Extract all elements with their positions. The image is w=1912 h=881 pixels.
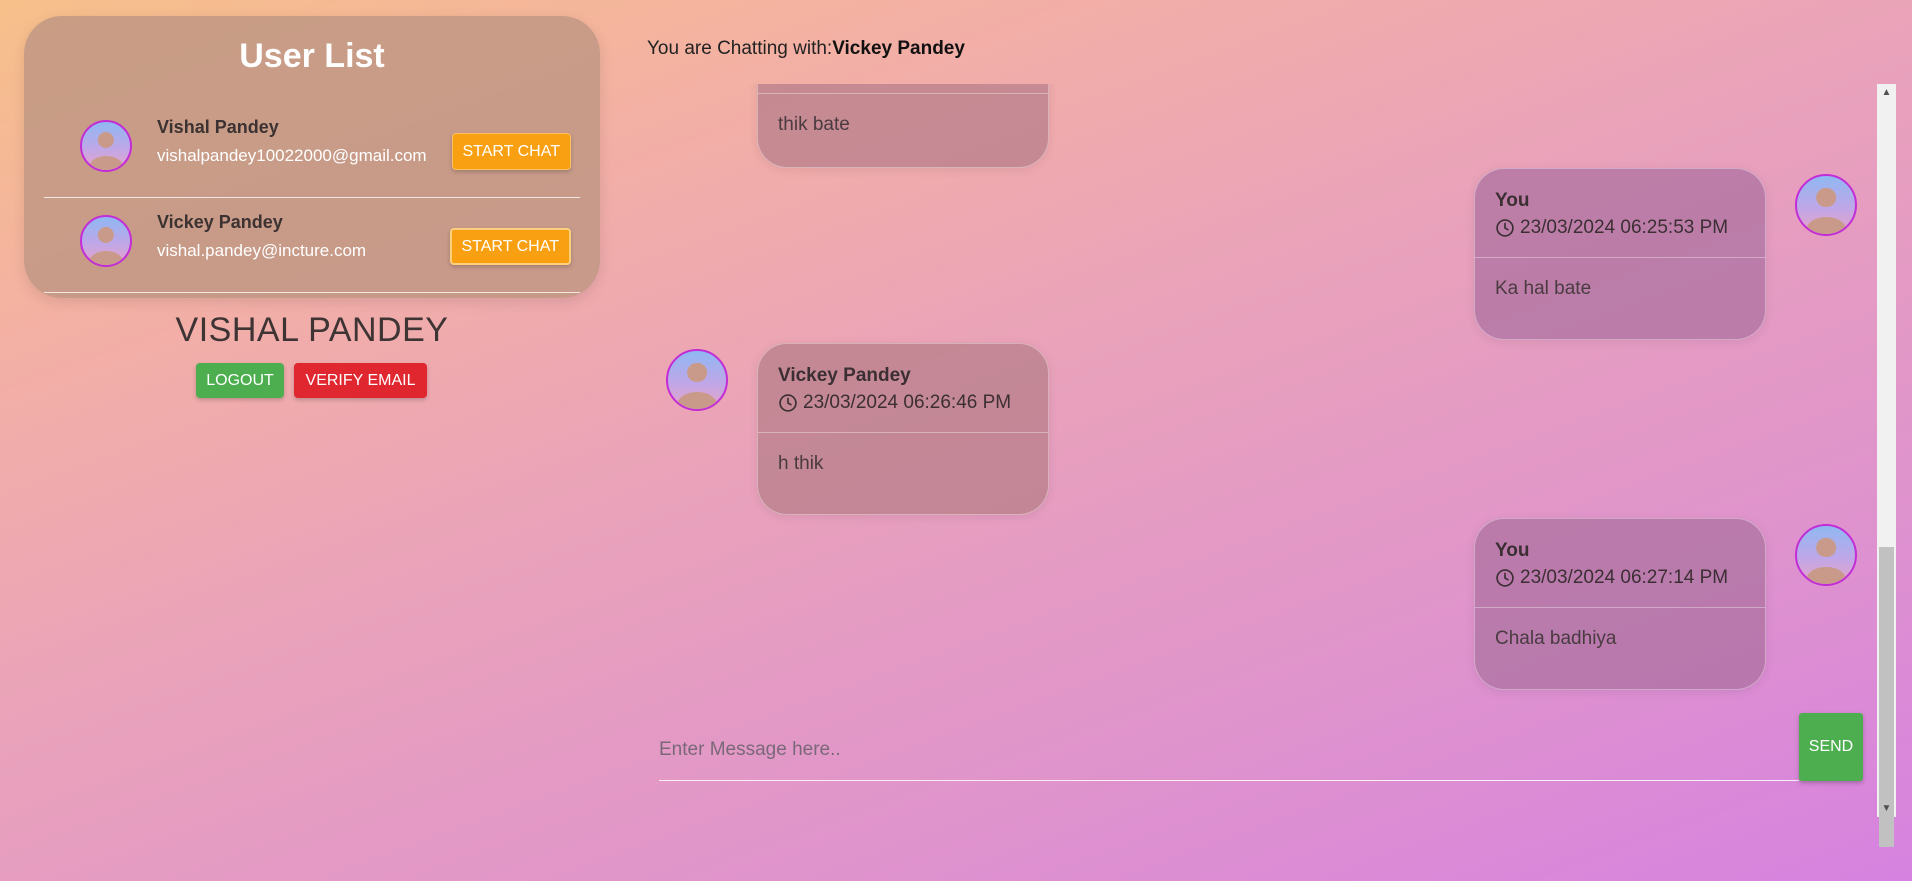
scroll-down-arrow-icon[interactable]: ▼ bbox=[1877, 800, 1896, 817]
chat-header-prefix: You are Chatting with: bbox=[647, 38, 833, 59]
message-time: 23/03/2024 06:27:14 PM bbox=[1495, 563, 1745, 593]
message-timestamp: 23/03/2024 06:26:46 PM bbox=[803, 392, 1012, 413]
message-time: 23/03/2024 06:25:53 PM bbox=[1495, 213, 1745, 243]
message-text: Chala badhiya bbox=[1495, 628, 1617, 649]
message-meta: You 23/03/2024 06:27:14 PM bbox=[1475, 519, 1765, 608]
message-timestamp: 23/03/2024 06:27:14 PM bbox=[1520, 567, 1729, 588]
user-email: vishalpandey10022000@gmail.com bbox=[157, 146, 427, 165]
logout-button[interactable]: LOGOUT bbox=[196, 363, 284, 398]
message-list: thik bate You 23/03/2024 06:25:53 PM Ka … bbox=[647, 84, 1877, 814]
user-name: Vishal Pandey bbox=[157, 117, 279, 137]
message-bubble: You 23/03/2024 06:27:14 PM Chala badhiya bbox=[1474, 518, 1766, 690]
message-meta: Vickey Pandey 23/03/2024 06:26:46 PM bbox=[758, 344, 1048, 433]
user-list-item: Vishal Pandey vishalpandey10022000@gmail… bbox=[44, 103, 580, 198]
clock-icon bbox=[1496, 219, 1514, 237]
start-chat-button[interactable]: START CHAT bbox=[449, 228, 571, 265]
clock-icon bbox=[1496, 569, 1514, 587]
scroll-up-arrow-icon[interactable]: ▲ bbox=[1877, 84, 1896, 101]
user-avatar-icon bbox=[80, 215, 132, 267]
user-avatar-icon bbox=[1795, 174, 1857, 236]
message-bubble: You 23/03/2024 06:25:53 PM Ka hal bate bbox=[1474, 168, 1766, 340]
start-chat-button[interactable]: START CHAT bbox=[451, 133, 571, 170]
message-sender: Vickey Pandey bbox=[778, 365, 911, 386]
send-button[interactable]: SEND bbox=[1799, 713, 1863, 781]
user-list-title: User List bbox=[239, 37, 385, 75]
message-meta bbox=[758, 84, 1048, 94]
chat-scrollbar[interactable]: ▲ ▼ bbox=[1877, 84, 1896, 847]
user-list-panel: User List Vishal Pandey vishalpandey1002… bbox=[24, 16, 600, 298]
user-avatar-icon bbox=[80, 120, 132, 172]
chat-partner-name: Vickey Pandey bbox=[832, 38, 965, 59]
message-text: h thik bbox=[778, 453, 824, 474]
message-sender: You bbox=[1495, 190, 1530, 211]
user-name: Vickey Pandey bbox=[157, 212, 283, 232]
message-sender: You bbox=[1495, 540, 1530, 561]
message-input[interactable] bbox=[659, 720, 1799, 781]
user-list-item: Vickey Pandey vishal.pandey@incture.com … bbox=[44, 198, 580, 293]
message-text: thik bate bbox=[778, 114, 850, 135]
user-avatar-icon bbox=[666, 349, 728, 411]
message-time: 23/03/2024 06:26:46 PM bbox=[778, 388, 1028, 418]
user-avatar-icon bbox=[1795, 524, 1857, 586]
chat-header: You are Chatting with:Vickey Pandey bbox=[647, 38, 965, 60]
message-text: Ka hal bate bbox=[1495, 278, 1592, 299]
current-user-name: VISHAL PANDEY bbox=[175, 311, 449, 349]
verify-email-button[interactable]: VERIFY EMAIL bbox=[294, 363, 427, 398]
message-timestamp: 23/03/2024 06:25:53 PM bbox=[1520, 217, 1729, 238]
message-bubble: thik bate bbox=[757, 84, 1049, 168]
message-meta: You 23/03/2024 06:25:53 PM bbox=[1475, 169, 1765, 258]
clock-icon bbox=[779, 394, 797, 412]
user-email: vishal.pandey@incture.com bbox=[157, 241, 367, 260]
message-bubble: Vickey Pandey 23/03/2024 06:26:46 PM h t… bbox=[757, 343, 1049, 515]
